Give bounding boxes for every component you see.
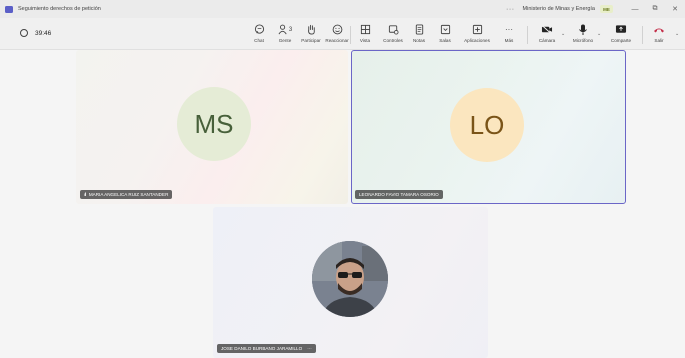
teams-app-icon [5,5,13,13]
rooms-label: Salas [439,38,451,43]
participant-name: JOSE DANILO BURBANO JARAMILLO [221,346,303,351]
meeting-toolbar: 39:46 Chat 3 Gente Participar Reaccionar… [0,18,685,50]
share-button[interactable]: Comparte [604,23,638,43]
grid-view-icon [358,23,372,36]
chat-icon [252,23,266,36]
microphone-options-chevron-icon[interactable]: ⌄ [597,31,601,37]
close-window-button[interactable]: ✕ [665,5,685,13]
organization-name[interactable]: Ministerio de Minas y Energía [523,6,595,12]
apps-button[interactable]: Aplicaciones [460,23,494,43]
controls-icon [386,23,400,36]
participant-tile-active-speaker[interactable]: LO LEONARDO FAVIO TAMARA OSORIO [351,50,626,204]
people-label: Gente [278,38,292,43]
microphone-icon [576,23,590,36]
react-label: Reaccionar [325,38,349,43]
microphone-button[interactable]: Micrófono [566,23,600,43]
participant-avatar: MS [177,87,251,161]
title-bar: Seguimiento derechos de petición ··· Min… [0,0,685,18]
controls-label: Controles [383,38,403,43]
camera-button[interactable]: Cámara [530,23,564,43]
people-count: 3 [288,26,293,33]
participant-tile[interactable]: JOSE DANILO BURBANO JARAMILLO ··· [213,207,488,358]
window-title: Seguimiento derechos de petición [18,6,101,12]
participant-more-options-button[interactable]: ··· [307,346,312,351]
participant-photo [312,241,388,317]
participant-name-tag: ıll MARIA ANGELICA RUIZ SANTANDER [80,190,173,199]
raise-hand-label: Participar [301,38,321,43]
more-dots-icon: ··· [505,25,513,34]
leave-button[interactable]: Salir [642,23,676,43]
toolbar-divider [527,26,528,44]
shield-icon [20,29,28,37]
rooms-icon [438,23,452,36]
more-actions-button[interactable]: ··· Más [492,23,526,43]
participant-name-tag: LEONARDO FAVIO TAMARA OSORIO [355,190,443,199]
add-app-icon [470,23,484,36]
camera-options-chevron-icon[interactable]: ⌄ [561,31,565,37]
more-options-button[interactable]: ··· [506,6,515,13]
signal-bars-icon: ıll [84,192,86,197]
microphone-label: Micrófono [572,38,594,43]
view-label: Vista [359,38,371,43]
chat-label: Chat [254,38,264,43]
participant-avatar: LO [450,88,524,162]
share-label: Comparte [610,38,632,43]
smiley-icon [330,23,344,36]
timer-text: 39:46 [35,29,52,37]
apps-label: Aplicaciones [464,38,490,43]
hand-icon [304,23,318,36]
hang-up-icon [652,23,666,36]
leave-label: Salir [654,38,664,43]
people-icon: 3 [276,23,294,36]
minimize-button[interactable]: — [625,6,645,13]
camera-off-icon [540,23,554,36]
leave-options-chevron-icon[interactable]: ⌄ [675,31,679,37]
more-label: Más [504,38,514,43]
participant-name: MARIA ANGELICA RUIZ SANTANDER [88,192,169,197]
participant-name-tag: JOSE DANILO BURBANO JARAMILLO ··· [217,344,316,353]
organization-avatar[interactable]: ME [600,5,613,13]
camera-label: Cámara [538,38,556,43]
participant-tile[interactable]: MS ıll MARIA ANGELICA RUIZ SANTANDER [76,50,348,204]
meeting-timer: 39:46 [20,29,51,37]
participant-name: LEONARDO FAVIO TAMARA OSORIO [359,192,439,197]
breakout-rooms-button[interactable]: Salas [428,23,462,43]
meeting-stage: MS ıll MARIA ANGELICA RUIZ SANTANDER LO … [0,50,685,358]
notes-label: Notas [412,38,425,43]
restore-button[interactable]: ⧉ [645,5,665,13]
notes-icon [412,23,426,36]
share-screen-icon [614,23,628,36]
